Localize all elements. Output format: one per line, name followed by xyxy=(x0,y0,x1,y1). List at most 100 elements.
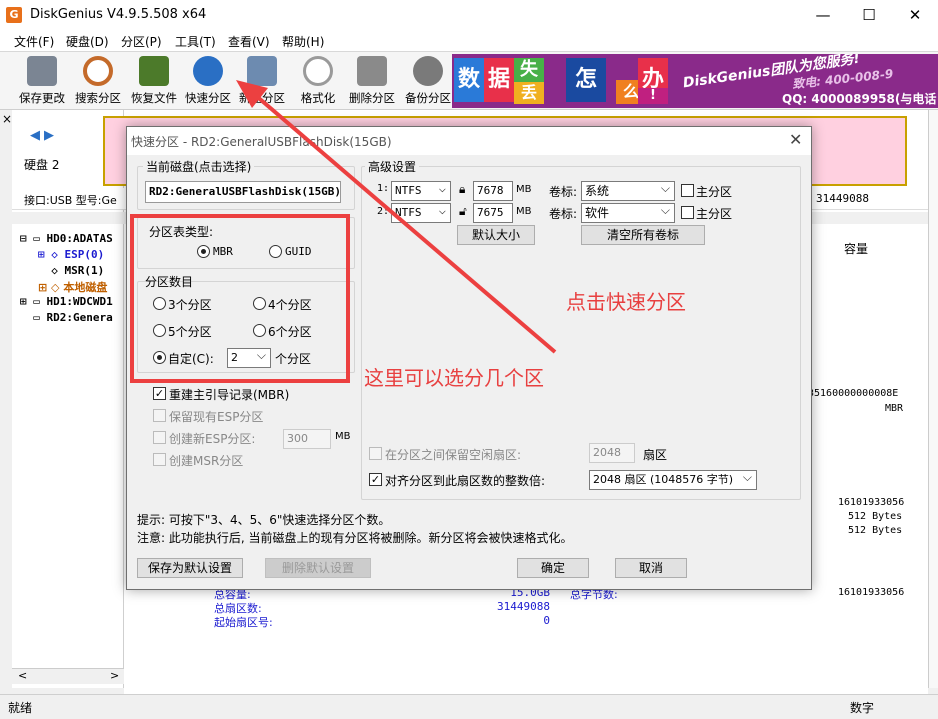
partition-1-fs-select[interactable]: NTFS xyxy=(391,181,451,201)
tree-item-msr[interactable]: ◇ MSR(1) xyxy=(38,264,104,277)
tree-item-hd0[interactable]: ⊟ ▭ HD0:ADATAS xyxy=(20,232,113,245)
next-disk-icon[interactable]: ▶ xyxy=(44,128,54,143)
partition-1-size-input[interactable]: 7678 xyxy=(473,181,513,201)
dialog-title: 快速分区 - RD2:GeneralUSBFlashDisk(15GB) xyxy=(131,135,392,149)
new-partition-button[interactable]: 新建分区 xyxy=(236,56,288,108)
sector-size: 512 Bytes xyxy=(848,511,903,522)
search-partition-button[interactable]: 搜索分区 xyxy=(72,56,124,108)
menu-file[interactable]: 文件(F) xyxy=(14,33,54,50)
annotation-choose-count: 这里可以选分几个区 xyxy=(364,366,544,390)
lock-open-icon[interactable]: 🔓︎ xyxy=(459,204,467,219)
new-partition-icon xyxy=(247,56,277,86)
quick-partition-icon xyxy=(193,56,223,86)
keep-free-sectors-checkbox[interactable] xyxy=(369,447,382,460)
menu-tools[interactable]: 工具(T) xyxy=(175,33,216,50)
create-msr-checkbox[interactable] xyxy=(153,453,166,466)
keep-free-sectors-label: 在分区之间保留空闲扇区: xyxy=(385,448,522,462)
scroll-left-icon[interactable]: < xyxy=(18,669,27,682)
partition-1-label-caption: 卷标: xyxy=(549,185,578,199)
partition-2-size-input[interactable]: 7675 xyxy=(473,203,513,223)
banner-tile: ! xyxy=(638,88,668,104)
disk-sectors: 31449088 xyxy=(816,192,869,205)
disk-summary: 总容量: 15.0GB 总扇区数: 31449088 起始扇区号: 0 xyxy=(214,586,550,629)
create-esp-checkbox[interactable] xyxy=(153,431,166,444)
create-msr-label: 创建MSR分区 xyxy=(169,454,244,468)
partition-2-label-select[interactable]: 软件 xyxy=(581,203,675,223)
banner-tile: 失 xyxy=(514,58,544,82)
banner-tile: 数 xyxy=(454,58,484,102)
banner-tile: 怎 xyxy=(566,58,606,102)
current-disk-selector[interactable]: RD2:GeneralUSBFlashDisk(15GB) xyxy=(145,181,341,203)
right-scroll-strip[interactable] xyxy=(928,110,938,688)
menu-help[interactable]: 帮助(H) xyxy=(282,33,324,50)
scroll-right-icon[interactable]: > xyxy=(110,669,119,682)
esp-size-input[interactable]: 300 xyxy=(283,429,331,449)
hint-warning: 注意: 此功能执行后, 当前磁盘上的现有分区将被删除。新分区将会被快速格式化。 xyxy=(137,531,573,545)
align-sectors-select[interactable]: 2048 扇区 (1048576 字节) xyxy=(589,470,757,490)
lock-closed-icon[interactable]: 🔒︎ xyxy=(459,182,465,197)
create-esp-label: 创建新ESP分区: xyxy=(169,432,256,446)
hint-shortcut: 提示: 可按下"3、4、5、6"快速选择分区个数。 xyxy=(137,513,391,527)
recover-box-icon xyxy=(139,56,169,86)
partition-2-primary-checkbox[interactable] xyxy=(681,206,694,219)
promo-banner[interactable]: 数 据 失 丢 怎 么 办 ! DiskGenius团队为您服务! 致电: 40… xyxy=(452,54,938,108)
partition-1-primary-checkbox[interactable] xyxy=(681,184,694,197)
status-bar: 就绪 数字 xyxy=(0,694,938,719)
delete-default-button[interactable]: 删除默认设置 xyxy=(265,558,371,578)
dialog-title-bar: 快速分区 - RD2:GeneralUSBFlashDisk(15GB) ✕ xyxy=(127,127,811,155)
window-title: DiskGenius V4.9.5.508 x64 xyxy=(30,7,207,22)
menu-view[interactable]: 查看(V) xyxy=(228,33,270,50)
free-sectors-input[interactable]: 2048 xyxy=(589,443,635,463)
dialog-close-button[interactable]: ✕ xyxy=(789,130,802,149)
save-changes-button[interactable]: 保存更改 xyxy=(16,56,68,108)
partition-1-index: 1: xyxy=(377,183,390,194)
delete-partition-button[interactable]: 删除分区 xyxy=(346,56,398,108)
partition-style: MBR xyxy=(885,403,904,414)
total-bytes: 16101933056 xyxy=(838,497,905,508)
backup-partition-button[interactable]: 备份分区 xyxy=(402,56,454,108)
tree-hscrollbar[interactable]: < > xyxy=(12,668,124,684)
minimize-button[interactable]: — xyxy=(800,0,846,30)
cancel-button[interactable]: 取消 xyxy=(615,558,687,578)
maximize-button[interactable]: ☐ xyxy=(846,0,892,30)
save-default-button[interactable]: 保存为默认设置 xyxy=(137,558,243,578)
keep-esp-checkbox[interactable] xyxy=(153,409,166,422)
col-capacity-header: 容量 xyxy=(844,242,869,256)
tree-item-esp[interactable]: ⊞ ◇ ESP(0) xyxy=(38,248,104,261)
recover-files-button[interactable]: 恢复文件 xyxy=(128,56,180,108)
prev-disk-icon[interactable]: ◀ xyxy=(30,128,40,143)
annotation-click-quick: 点击快速分区 xyxy=(566,290,686,314)
partition-1-label-select[interactable]: 系统 xyxy=(581,181,675,201)
title-bar: G DiskGenius V4.9.5.508 x64 — ☐ ✕ xyxy=(0,0,938,30)
clear-all-labels-button[interactable]: 清空所有卷标 xyxy=(581,225,705,245)
partition-2-size-unit: MB xyxy=(516,206,532,217)
advanced-settings-label: 高级设置 xyxy=(365,158,420,175)
tree-item-rd2[interactable]: ▭ RD2:Genera xyxy=(20,311,113,324)
format-icon xyxy=(303,56,333,86)
quick-partition-button[interactable]: 快速分区 xyxy=(182,56,234,108)
highlight-box xyxy=(130,214,350,383)
total-bytes-2: 16101933056 xyxy=(838,587,905,598)
partition-1-size-unit: MB xyxy=(516,184,532,195)
close-pane-icon[interactable]: × xyxy=(2,112,12,126)
disk-serial: 35160000000008E xyxy=(808,388,899,399)
menu-disk[interactable]: 硬盘(D) xyxy=(66,33,109,50)
banner-tile: 丢 xyxy=(514,82,544,104)
align-partition-label: 对齐分区到此扇区数的整数倍: xyxy=(385,474,546,488)
format-button[interactable]: 格式化 xyxy=(296,56,340,108)
keep-esp-label: 保留现有ESP分区 xyxy=(169,410,264,424)
rebuild-mbr-label: 重建主引导记录(MBR) xyxy=(169,388,290,402)
align-partition-checkbox[interactable]: ✓ xyxy=(369,473,382,486)
partition-2-fs-select[interactable]: NTFS xyxy=(391,203,451,223)
disk-interface: 接口:USB 型号:Ge xyxy=(24,194,117,207)
close-window-button[interactable]: ✕ xyxy=(892,0,938,30)
partition-2-index: 2: xyxy=(377,206,390,217)
save-disk-icon xyxy=(27,56,57,86)
menu-partition[interactable]: 分区(P) xyxy=(121,33,162,50)
tree-item-hd1[interactable]: ⊞ ▭ HD1:WDCWD1 xyxy=(20,295,113,308)
default-size-button[interactable]: 默认大小 xyxy=(457,225,535,245)
tree-item-local-disk[interactable]: ⊞ ◇ 本地磁盘 xyxy=(38,279,107,295)
esp-unit: MB xyxy=(335,431,351,442)
ok-button[interactable]: 确定 xyxy=(517,558,589,578)
rebuild-mbr-checkbox[interactable]: ✓ xyxy=(153,387,166,400)
